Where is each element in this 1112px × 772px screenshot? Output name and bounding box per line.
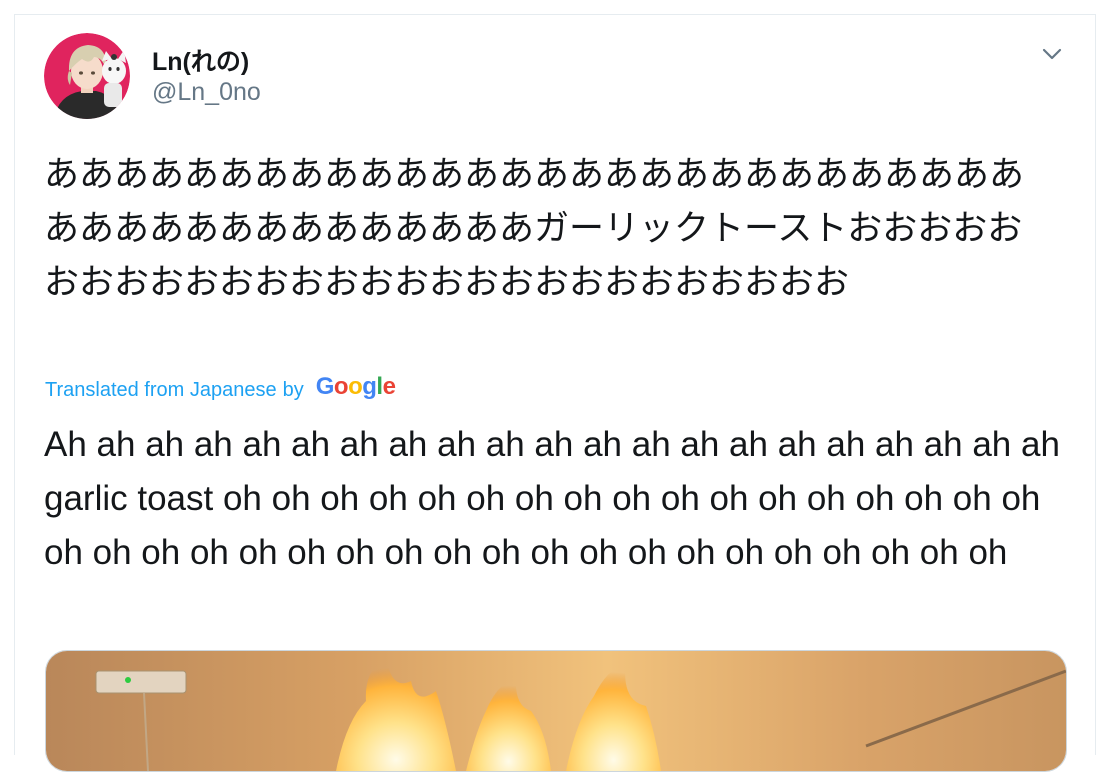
fire-photo (46, 651, 1066, 771)
translation-attribution: Translated from Japanese by Google (45, 373, 396, 404)
tweet-text-translated: Ah ah ah ah ah ah ah ah ah ah ah ah ah a… (44, 425, 1060, 572)
tweet-text-original: ああああああああああああああああああああああああああああああああああああああああ… (44, 155, 1025, 303)
google-logo: Google (315, 373, 396, 400)
translated-label[interactable]: Translated from Japanese (45, 379, 277, 402)
display-name[interactable]: Ln(れの) (152, 42, 249, 78)
user-handle[interactable]: @Ln_0no (152, 78, 261, 107)
tweet-media-image[interactable] (45, 650, 1067, 772)
avatar-image (44, 33, 130, 119)
translated-by-label: by (282, 378, 304, 401)
user-avatar[interactable] (44, 33, 130, 119)
chevron-down-icon[interactable] (1038, 40, 1066, 68)
